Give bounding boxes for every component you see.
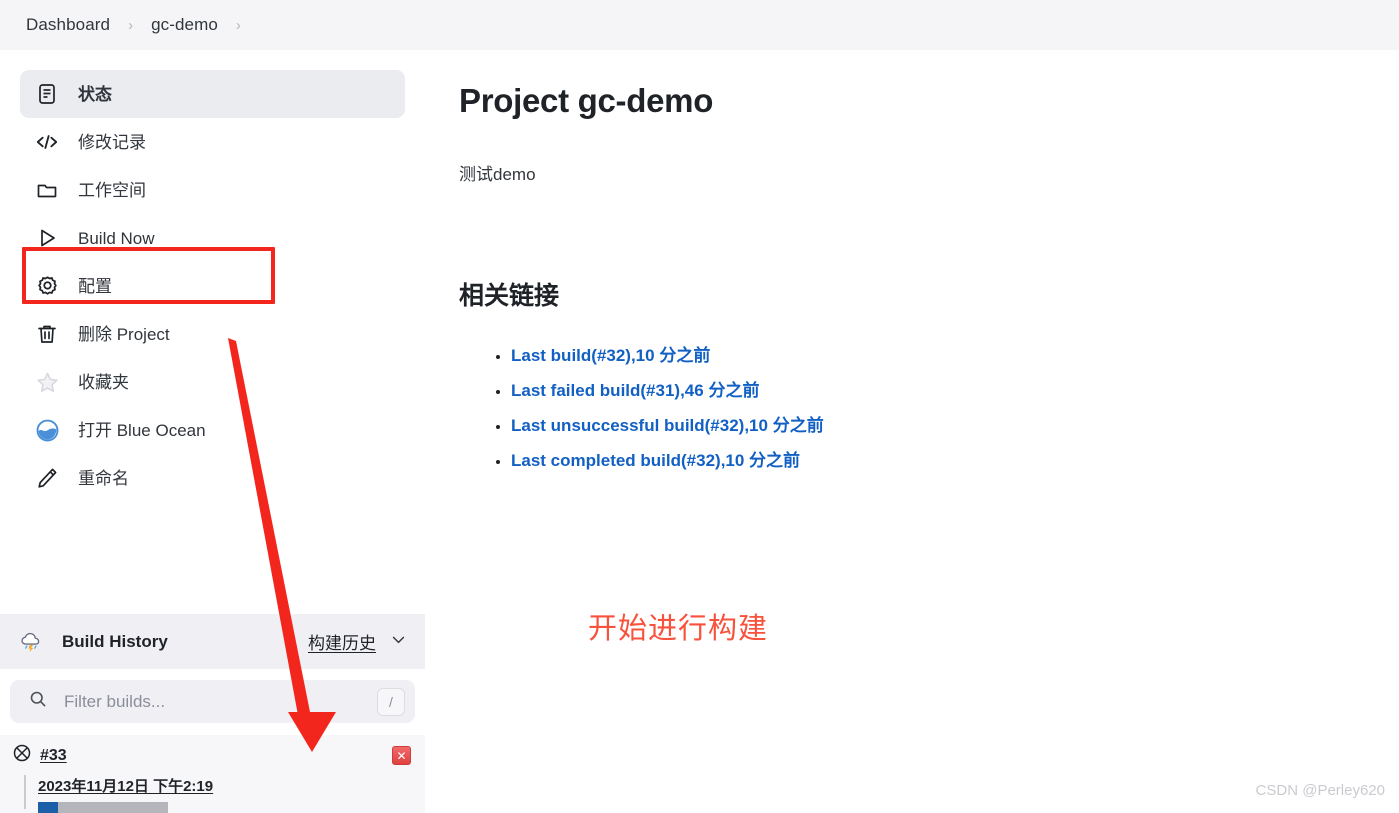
project-description: 测试demo — [459, 165, 536, 184]
sidebar-item-label: Build Now — [78, 228, 155, 248]
related-links-list: Last build(#32),10 分之前 Last failed build… — [459, 341, 1359, 471]
build-history-title-cn: 构建历史 — [308, 634, 376, 653]
chevron-down-icon[interactable] — [390, 631, 407, 653]
document-icon — [34, 81, 60, 107]
build-date-link[interactable]: 2023年11月12日 下午2:19 — [38, 775, 411, 796]
sidebar-item-label: 工作空间 — [78, 180, 146, 200]
last-completed-build-link[interactable]: Last completed build(#32),10 分之前 — [511, 451, 800, 470]
last-unsuccessful-build-link[interactable]: Last unsuccessful build(#32),10 分之前 — [511, 416, 824, 435]
last-build-link[interactable]: Last build(#32),10 分之前 — [511, 346, 710, 365]
build-progress-bar — [38, 802, 168, 813]
sidebar-item-label: 配置 — [78, 276, 112, 296]
play-icon — [34, 225, 60, 251]
watermark: CSDN @Perley620 — [1255, 782, 1385, 799]
build-number-link[interactable]: #33 — [40, 747, 67, 765]
list-item: Last unsuccessful build(#32),10 分之前 — [511, 411, 1359, 436]
sidebar-item-label: 重命名 — [78, 468, 129, 488]
list-item: Last completed build(#32),10 分之前 — [511, 446, 1359, 471]
app-root: Dashboard › gc-demo › 状态 修改记录 工作空间 Build… — [0, 0, 1399, 813]
annotation-callout-text: 开始进行构建 — [588, 613, 769, 645]
search-shortcut-badge: / — [377, 687, 405, 716]
list-item: Last build(#32),10 分之前 — [511, 341, 1359, 366]
filter-builds-input[interactable] — [64, 691, 377, 712]
sidebar-item-label: 修改记录 — [78, 132, 146, 152]
breadcrumb-item-gc-demo[interactable]: gc-demo — [147, 13, 222, 37]
sidebar-item-status[interactable]: 状态 — [20, 70, 405, 118]
sidebar-item-configure[interactable]: 配置 — [20, 262, 405, 310]
build-history-title: Build History — [62, 631, 168, 651]
sidebar-item-label: 删除 Project — [78, 324, 170, 344]
search-icon — [28, 689, 48, 714]
build-item-meta: 2023年11月12日 下午2:19 — [24, 775, 411, 813]
breadcrumb-separator-icon: › — [128, 16, 134, 34]
aborted-icon — [12, 743, 32, 768]
gear-icon — [34, 273, 60, 299]
build-item-header: #33 ✕ — [12, 743, 411, 768]
main-content: Project gc-demo 测试demo 相关链接 Last build(#… — [459, 58, 1359, 481]
sidebar-item-label: 打开 Blue Ocean — [78, 420, 206, 440]
cloud-lightning-icon — [18, 629, 44, 655]
build-progress-fill — [38, 802, 58, 813]
sidebar-item-changes[interactable]: 修改记录 — [20, 118, 405, 166]
sidebar-item-blue-ocean[interactable]: 打开 Blue Ocean — [20, 406, 405, 454]
sidebar-item-workspace[interactable]: 工作空间 — [20, 166, 405, 214]
breadcrumb: Dashboard › gc-demo › — [0, 0, 1399, 50]
trash-icon — [34, 321, 60, 347]
sidebar-nav: 状态 修改记录 工作空间 Build Now 配置 删除 Project 收藏夹… — [0, 58, 425, 502]
breadcrumb-separator-icon-2[interactable]: › — [224, 17, 253, 34]
filter-builds-container[interactable]: / — [10, 680, 415, 723]
pencil-icon — [34, 465, 60, 491]
sidebar-item-label: 收藏夹 — [78, 372, 129, 392]
code-icon — [34, 129, 60, 155]
folder-icon — [34, 177, 60, 203]
stop-build-button[interactable]: ✕ — [392, 746, 411, 765]
last-failed-build-link[interactable]: Last failed build(#31),46 分之前 — [511, 381, 759, 400]
build-history-item[interactable]: #33 ✕ 2023年11月12日 下午2:19 — [0, 735, 425, 813]
sidebar-item-label: 状态 — [78, 84, 112, 104]
breadcrumb-item-dashboard[interactable]: Dashboard — [22, 13, 114, 37]
sidebar-item-rename[interactable]: 重命名 — [20, 454, 405, 502]
build-history-header[interactable]: Build History 构建历史 — [0, 614, 425, 669]
list-item: Last failed build(#31),46 分之前 — [511, 376, 1359, 401]
blue-ocean-icon — [34, 417, 60, 443]
related-links-heading: 相关链接 — [459, 282, 560, 310]
sidebar-item-build-now[interactable]: Build Now — [20, 214, 405, 262]
build-history-controls: 构建历史 — [308, 629, 407, 654]
sidebar-item-delete-project[interactable]: 删除 Project — [20, 310, 405, 358]
sidebar-item-favorites[interactable]: 收藏夹 — [20, 358, 405, 406]
star-icon — [34, 369, 60, 395]
page-title: Project gc-demo — [459, 82, 714, 119]
